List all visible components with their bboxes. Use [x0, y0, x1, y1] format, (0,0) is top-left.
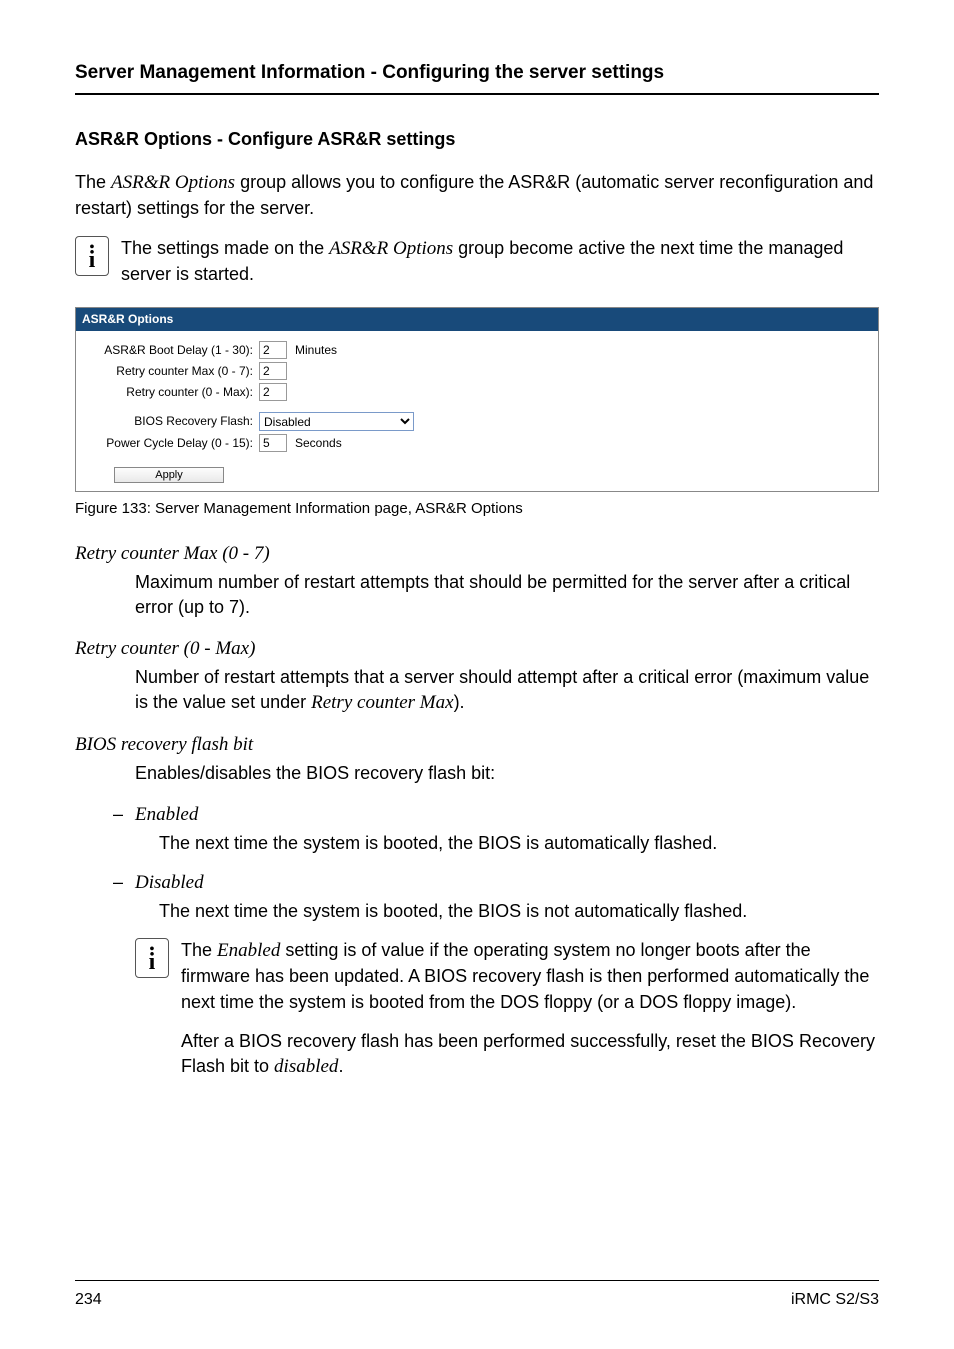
bios-recovery-select[interactable]: Disabled: [259, 412, 414, 431]
sub-list: –Enabled The next time the system is boo…: [135, 802, 879, 924]
row-bios-recovery: BIOS Recovery Flash: Disabled: [84, 412, 870, 431]
label-boot-delay: ASR&R Boot Delay (1 - 30):: [84, 342, 259, 359]
panel-body: ASR&R Boot Delay (1 - 30): Minutes Retry…: [76, 331, 878, 491]
figure-caption: Figure 133: Server Management Informatio…: [75, 498, 879, 519]
rc-body-pre: Number of restart attempts that a server…: [135, 667, 869, 712]
n2-post: .: [338, 1056, 343, 1076]
sub-item-enabled: –Enabled The next time the system is boo…: [135, 802, 879, 856]
panel-title: ASR&R Options: [76, 308, 878, 331]
intro-paragraph: The ASR&R Options group allows you to co…: [75, 170, 879, 222]
power-cycle-unit: Seconds: [295, 435, 342, 452]
page-footer: 234 iRMC S2/S3: [75, 1280, 879, 1311]
retry-counter-input[interactable]: [259, 383, 287, 401]
info-icon: i: [135, 938, 169, 978]
intro-pre: The: [75, 172, 111, 192]
subheading-asrr: ASR&R Options - Configure ASR&R settings: [75, 127, 879, 152]
power-cycle-input[interactable]: [259, 434, 287, 452]
rc-body-post: ).: [454, 692, 465, 712]
note-pre: The settings made on the: [121, 238, 329, 258]
info-icon: i: [75, 236, 109, 276]
dash-icon: –: [113, 870, 135, 895]
apply-button[interactable]: Apply: [114, 467, 224, 483]
sub-term-enabled: Enabled: [135, 804, 198, 825]
row-retry-max: Retry counter Max (0 - 7):: [84, 362, 870, 380]
n1-mid: setting is of value if the operating sys…: [181, 940, 869, 1012]
label-retry-max: Retry counter Max (0 - 7):: [84, 363, 259, 380]
nested-note-text: The Enabled setting is of value if the o…: [181, 938, 879, 1095]
n1-pre: The: [181, 940, 217, 960]
n2-it: disabled: [274, 1056, 338, 1077]
sub-item-disabled: –Disabled The next time the system is bo…: [135, 870, 879, 924]
label-retry-counter: Retry counter (0 - Max):: [84, 384, 259, 401]
boot-delay-unit: Minutes: [295, 342, 337, 359]
label-power-cycle: Power Cycle Delay (0 - 15):: [84, 435, 259, 452]
def-body-retry-max: Maximum number of restart attempts that …: [135, 570, 879, 620]
sub-body-enabled: The next time the system is booted, the …: [159, 831, 879, 856]
note-italic: ASR&R Options: [329, 238, 453, 259]
intro-italic: ASR&R Options: [111, 172, 235, 193]
def-term-retry-max: Retry counter Max (0 - 7): [75, 541, 879, 568]
section-header: Server Management Information - Configur…: [75, 60, 879, 95]
retry-max-input[interactable]: [259, 362, 287, 380]
product-label: iRMC S2/S3: [791, 1289, 879, 1311]
note-text: The settings made on the ASR&R Options g…: [121, 236, 879, 288]
row-retry-counter: Retry counter (0 - Max):: [84, 383, 870, 401]
def-body-bios-recovery: Enables/disables the BIOS recovery flash…: [135, 761, 879, 786]
label-bios-recovery: BIOS Recovery Flash:: [84, 413, 259, 430]
row-power-cycle: Power Cycle Delay (0 - 15): Seconds: [84, 434, 870, 452]
sub-term-disabled: Disabled: [135, 872, 204, 893]
boot-delay-input[interactable]: [259, 341, 287, 359]
row-boot-delay: ASR&R Boot Delay (1 - 30): Minutes: [84, 341, 870, 359]
def-term-bios-recovery: BIOS recovery flash bit: [75, 732, 879, 759]
def-term-retry-counter: Retry counter (0 - Max): [75, 636, 879, 663]
dash-icon: –: [113, 802, 135, 827]
note-box-top: i The settings made on the ASR&R Options…: [75, 236, 879, 288]
asrr-options-panel: ASR&R Options ASR&R Boot Delay (1 - 30):…: [75, 307, 879, 492]
rc-body-italic: Retry counter Max: [311, 692, 453, 713]
sub-body-disabled: The next time the system is booted, the …: [159, 899, 879, 924]
note-box-nested: i The Enabled setting is of value if the…: [135, 938, 879, 1095]
page-number: 234: [75, 1289, 102, 1311]
n1-it: Enabled: [217, 940, 280, 961]
def-body-retry-counter: Number of restart attempts that a server…: [135, 665, 879, 717]
